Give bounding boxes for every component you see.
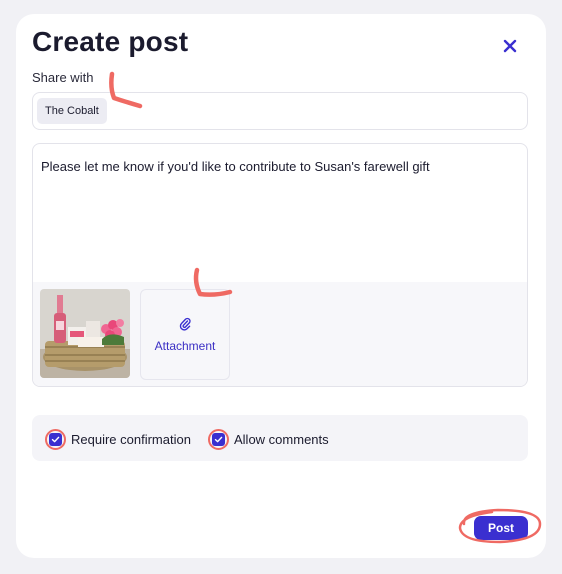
- allow-comments-option[interactable]: Allow comments: [208, 429, 329, 450]
- require-confirmation-option[interactable]: Require confirmation: [45, 429, 191, 450]
- annotation-circle: [208, 429, 229, 450]
- require-confirmation-label: Require confirmation: [71, 432, 191, 447]
- share-with-label: Share with: [32, 70, 94, 85]
- dialog-title: Create post: [32, 26, 189, 57]
- post-button[interactable]: Post: [474, 516, 528, 540]
- attachment-label: Attachment: [154, 338, 216, 353]
- close-icon: [503, 39, 517, 53]
- post-options: Require confirmation Allow comments: [32, 415, 528, 461]
- message-text[interactable]: Please let me know if you'd like to cont…: [41, 159, 430, 174]
- attachment-button[interactable]: Attachment: [140, 289, 230, 380]
- close-button[interactable]: [498, 34, 522, 58]
- annotation-circle: [45, 429, 66, 450]
- allow-comments-label: Allow comments: [234, 432, 329, 447]
- audience-chip[interactable]: The Cobalt: [37, 98, 107, 124]
- paperclip-icon: [179, 317, 191, 331]
- require-confirmation-checkbox[interactable]: [49, 433, 62, 446]
- attachment-strip: Attachment: [33, 282, 527, 386]
- share-with-field[interactable]: The Cobalt: [32, 92, 528, 130]
- allow-comments-checkbox[interactable]: [212, 433, 225, 446]
- create-post-dialog: Create post Share with The Cobalt Please…: [16, 14, 546, 558]
- gift-basket-image: [40, 289, 130, 378]
- attachment-thumbnail[interactable]: [40, 289, 130, 378]
- message-editor[interactable]: Please let me know if you'd like to cont…: [32, 143, 528, 387]
- check-icon: [214, 436, 223, 443]
- check-icon: [51, 436, 60, 443]
